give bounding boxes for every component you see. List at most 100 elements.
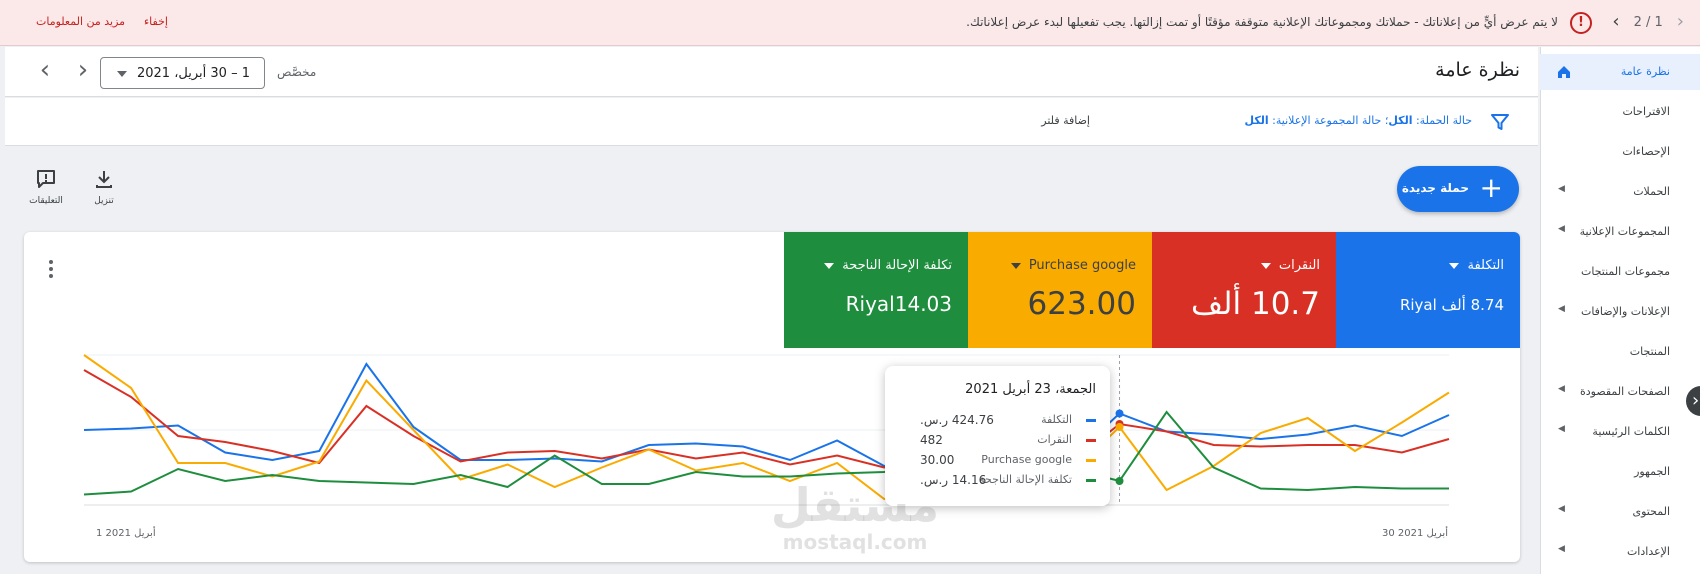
metric-value: 8.74 ألف Riyal [1399,296,1504,314]
sidebar-item-audiences[interactable]: الجمهور [1540,454,1700,490]
sidebar-item-label: الكلمات الرئيسية [1592,425,1670,438]
x-axis-start-label: 1 أبريل 2021 [96,528,156,539]
legend-swatch [1086,439,1096,442]
sidebar-item-label: الإحصاءات [1622,145,1670,158]
date-range-select[interactable]: 1 – 30 أبريل، 2021 [100,57,265,89]
alert-pager: ‹ 2 / 1 › [1612,12,1684,32]
warning-icon: ! [1570,12,1592,34]
caret-down-icon [117,71,127,77]
page-header: نظرة عامة ‹ › 1 – 30 أبريل، 2021 مخصَّص [5,47,1538,97]
sidebar-item-label: مجموعات المنتجات [1580,265,1670,278]
series-line-cost [83,362,1450,468]
alert-message: لا يتم عرض أيٍّ من إعلاناتك - حملاتك ومج… [966,15,1558,29]
expand-arrow-icon[interactable]: ◀ [1558,184,1565,194]
feedback-label: التعليقات [29,196,63,206]
metric-clicks[interactable]: النقرات 10.7 ألف [1152,232,1336,348]
sidebar-item-landing-pages[interactable]: الصفحات المقصودة ◀ [1540,374,1700,410]
download-button[interactable]: تنزيل [74,168,134,206]
sidebar-item-label: المحتوى [1632,505,1670,518]
plus-icon: + [1479,171,1503,204]
chevron-left-icon[interactable]: ‹ [1612,12,1619,32]
sidebar-item-overview[interactable]: نظرة عامة [1540,54,1700,90]
metric-cost[interactable]: التكلفة 8.74 ألف Riyal [1336,232,1520,348]
home-icon [1558,66,1570,78]
more-vert-icon[interactable] [48,260,54,280]
adgroup-status-value: الكل [1244,114,1269,127]
x-axis-end-label: 30 أبريل 2021 [1382,528,1448,539]
add-filter-link[interactable]: إضافة فلتر [1041,114,1090,127]
metric-cost-per-conversion[interactable]: تكلفة الإحالة الناجحة Riyal14.03 [784,232,968,348]
sidebar-item-settings[interactable]: الإعدادات ◀ [1540,534,1700,570]
sidebar-item-product-groups[interactable]: مجموعات المنتجات [1540,254,1700,290]
active-filters[interactable]: حالة الحملة: الكل؛ حالة المجموعة الإعلان… [1245,114,1472,127]
expand-arrow-icon[interactable]: ◀ [1558,504,1565,514]
metric-purchase-google[interactable]: Purchase google 623.00 [968,232,1152,348]
tooltip-date: الجمعة، 23 أبريل 2021 [965,382,1096,397]
sidebar-item-label: الاقتراحات [1622,105,1670,118]
tooltip-metric-name: تكلفة الإحالة الناجحة [979,473,1072,486]
caret-down-icon [1010,262,1021,269]
filter-bar: حالة الحملة: الكل؛ حالة المجموعة الإعلان… [5,98,1538,146]
sidebar-item-label: نظرة عامة [1620,65,1670,78]
tooltip-row: Purchase google 30.00 [896,453,1096,471]
hide-alert-link[interactable]: إخفاء [144,15,168,28]
sidebar-item-insights[interactable]: الإحصاءات [1540,134,1700,170]
feedback-icon [37,170,55,188]
watermark-logo: مستقل mostaql.com [770,478,940,554]
sidebar-item-label: المنتجات [1629,345,1670,358]
next-period-icon[interactable]: › [69,57,97,85]
metric-label: تكلفة الإحالة الناجحة [842,258,952,273]
legend-swatch [1086,459,1096,462]
sidebar-nav: نظرة عامة الاقتراحات الإحصاءات الحملات ◀ المج… [1540,47,1700,574]
download-icon [96,171,112,188]
new-campaign-button[interactable]: + حملة جديدة [1397,166,1519,212]
alert-pager-count: 2 / 1 [1633,14,1663,30]
highlight-point-cost-per-conversion [1115,477,1124,485]
adgroup-status-label: ؛ حالة المجموعة الإعلانية: [1268,114,1389,127]
caret-down-icon [1449,262,1460,269]
download-label: تنزيل [94,196,114,206]
feedback-button[interactable]: التعليقات [16,168,76,206]
more-info-link[interactable]: مزيد من المعلومات [36,15,125,28]
sidebar-item-keywords[interactable]: الكلمات الرئيسية ◀ [1540,414,1700,450]
expand-arrow-icon[interactable]: ◀ [1558,384,1565,394]
previous-period-icon[interactable]: ‹ [31,57,59,85]
filter-icon[interactable] [1490,112,1510,132]
alert-bar: ‹ 2 / 1 › ! لا يتم عرض أيٍّ من إعلاناتك … [0,0,1700,46]
campaign-status-label: حالة الحملة: [1412,114,1472,127]
metric-label: Purchase google [1028,258,1136,273]
tooltip-metric-name: Purchase google [981,453,1072,466]
metric-value: 10.7 ألف [1190,286,1320,322]
tooltip-metric-name: النقرات [1037,433,1072,446]
sidebar-item-label: الإعدادات [1626,545,1670,558]
campaign-status-value: الكل [1388,114,1413,127]
sidebar-item-campaigns[interactable]: الحملات ◀ [1540,174,1700,210]
sidebar-item-label: المجموعات الإعلانية [1579,225,1670,238]
page-title: نظرة عامة [1435,59,1520,81]
expand-arrow-icon[interactable]: ◀ [1558,304,1565,314]
date-range-type: مخصَّص [277,65,317,79]
sidebar-item-label: الصفحات المقصودة [1579,385,1670,398]
expand-arrow-icon[interactable]: ◀ [1558,544,1565,554]
sidebar-item-ad-groups[interactable]: المجموعات الإعلانية ◀ [1540,214,1700,250]
highlight-point-purchase-google [1115,423,1124,431]
expand-arrow-icon[interactable]: ◀ [1558,424,1565,434]
tooltip-metric-value: 30.00 [920,453,955,467]
sidebar-item-products[interactable]: المنتجات [1540,334,1700,370]
tooltip-row: النقرات 482 [896,433,1096,451]
sidebar-item-ads-extensions[interactable]: الإعلانات والإضافات ◀ [1540,294,1700,330]
sidebar-item-label: الإعلانات والإضافات [1580,305,1670,318]
sidebar-item-recommendations[interactable]: الاقتراحات [1540,94,1700,130]
tooltip-metric-name: التكلفة [1041,413,1072,426]
legend-swatch [1086,419,1096,422]
highlight-point-cost [1115,409,1124,418]
expand-arrow-icon[interactable]: ◀ [1558,224,1565,234]
tooltip-metric-value: 482 [920,433,943,447]
sidebar-item-label: الجمهور [1634,465,1670,478]
tooltip-row: التكلفة 424.76 ر.س. [896,413,1096,431]
new-campaign-label: حملة جديدة [1401,181,1469,195]
chevron-right-icon[interactable]: › [1677,12,1684,32]
metric-value: Riyal14.03 [845,292,952,316]
metric-value: 623.00 [1027,286,1136,322]
sidebar-item-content[interactable]: المحتوى ◀ [1540,494,1700,530]
